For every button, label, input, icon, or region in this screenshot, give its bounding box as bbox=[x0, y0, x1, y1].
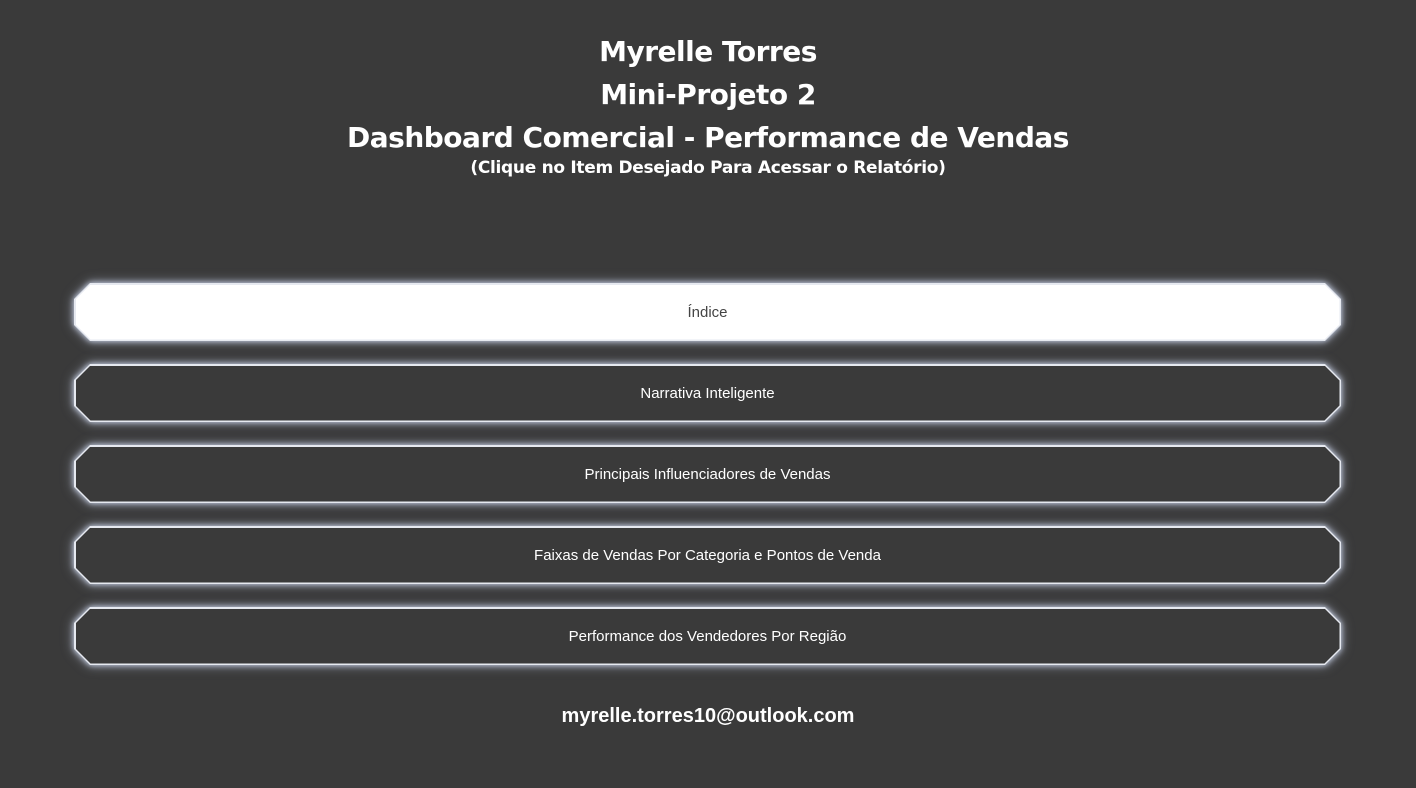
instruction-text: (Clique no Item Desejado Para Acessar o … bbox=[470, 158, 946, 178]
page-title: Dashboard Comercial - Performance de Ven… bbox=[347, 121, 1069, 154]
contact-email: myrelle.torres10@outlook.com bbox=[561, 705, 855, 727]
nav-button-principais-influenciadores[interactable]: Principais Influenciadores de Vendas bbox=[74, 445, 1341, 503]
nav-button-faixas-de-vendas[interactable]: Faixas de Vendas Por Categoria e Pontos … bbox=[74, 526, 1341, 584]
nav-button-performance-vendedores[interactable]: Performance dos Vendedores Por Região bbox=[74, 607, 1341, 665]
nav-button-indice[interactable]: Índice bbox=[74, 283, 1341, 341]
nav-button-narrativa-inteligente[interactable]: Narrativa Inteligente bbox=[74, 364, 1341, 422]
project-name: Mini-Projeto 2 bbox=[600, 78, 816, 111]
nav-button-label: Narrativa Inteligente bbox=[640, 384, 775, 402]
report-header: Myrelle Torres Mini-Projeto 2 Dashboard … bbox=[0, 30, 1416, 181]
nav-button-label: Principais Influenciadores de Vendas bbox=[584, 465, 831, 483]
author-name: Myrelle Torres bbox=[599, 35, 817, 68]
nav-button-label: Índice bbox=[687, 303, 728, 321]
nav-button-label: Faixas de Vendas Por Categoria e Pontos … bbox=[534, 546, 881, 564]
navigation-menu: Índice Narrativa Inteligente Principais … bbox=[74, 283, 1341, 688]
nav-button-label: Performance dos Vendedores Por Região bbox=[568, 627, 847, 645]
